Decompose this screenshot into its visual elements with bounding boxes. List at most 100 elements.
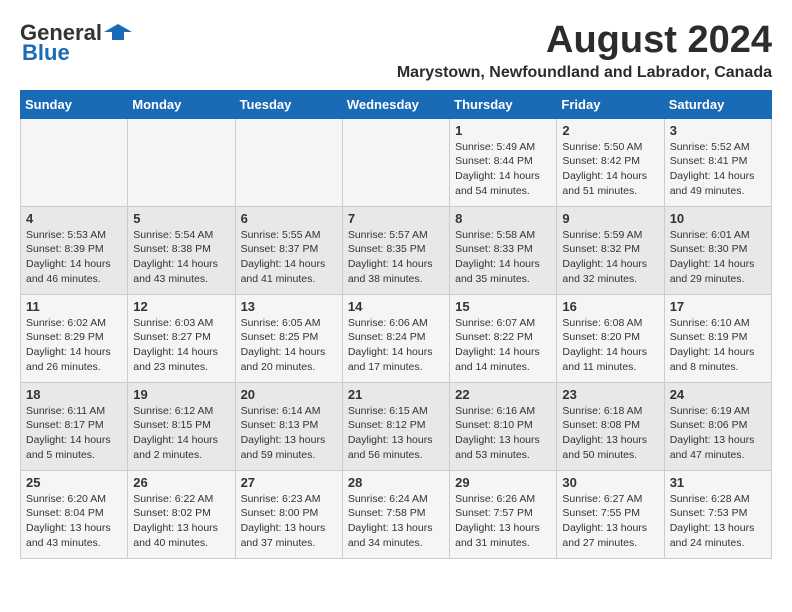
cell-info: Sunrise: 6:23 AM Sunset: 8:00 PM Dayligh… (241, 492, 337, 551)
cell-info: Sunrise: 5:54 AM Sunset: 8:38 PM Dayligh… (133, 228, 229, 287)
day-number: 24 (670, 387, 766, 402)
cell-info: Sunrise: 6:19 AM Sunset: 8:06 PM Dayligh… (670, 404, 766, 463)
day-number: 28 (348, 475, 444, 490)
weekday-header-cell: Tuesday (235, 90, 342, 118)
cell-info: Sunrise: 6:01 AM Sunset: 8:30 PM Dayligh… (670, 228, 766, 287)
weekday-header-row: SundayMondayTuesdayWednesdayThursdayFrid… (21, 90, 772, 118)
day-number: 26 (133, 475, 229, 490)
cell-info: Sunrise: 6:05 AM Sunset: 8:25 PM Dayligh… (241, 316, 337, 375)
day-number: 9 (562, 211, 658, 226)
calendar-cell: 21Sunrise: 6:15 AM Sunset: 8:12 PM Dayli… (342, 382, 449, 470)
day-number: 5 (133, 211, 229, 226)
calendar-cell (21, 118, 128, 206)
weekday-header-cell: Saturday (664, 90, 771, 118)
cell-info: Sunrise: 6:15 AM Sunset: 8:12 PM Dayligh… (348, 404, 444, 463)
day-number: 6 (241, 211, 337, 226)
cell-info: Sunrise: 6:28 AM Sunset: 7:53 PM Dayligh… (670, 492, 766, 551)
cell-info: Sunrise: 5:49 AM Sunset: 8:44 PM Dayligh… (455, 140, 551, 199)
location-subtitle: Marystown, Newfoundland and Labrador, Ca… (397, 64, 772, 82)
cell-info: Sunrise: 6:03 AM Sunset: 8:27 PM Dayligh… (133, 316, 229, 375)
cell-info: Sunrise: 6:07 AM Sunset: 8:22 PM Dayligh… (455, 316, 551, 375)
cell-info: Sunrise: 5:58 AM Sunset: 8:33 PM Dayligh… (455, 228, 551, 287)
calendar-week-row: 25Sunrise: 6:20 AM Sunset: 8:04 PM Dayli… (21, 470, 772, 558)
cell-info: Sunrise: 6:18 AM Sunset: 8:08 PM Dayligh… (562, 404, 658, 463)
cell-info: Sunrise: 6:26 AM Sunset: 7:57 PM Dayligh… (455, 492, 551, 551)
calendar-cell: 9 Sunrise: 5:59 AM Sunset: 8:32 PM Daylig… (557, 206, 664, 294)
calendar-cell: 22 Sunrise: 6:16 AM Sunset: 8:10 PM Dayli… (450, 382, 557, 470)
day-number: 8 (455, 211, 551, 226)
day-number: 19 (133, 387, 229, 402)
calendar-cell: 7Sunrise: 5:57 AM Sunset: 8:35 PM Daylig… (342, 206, 449, 294)
calendar-cell: 8 Sunrise: 5:58 AM Sunset: 8:33 PM Daylig… (450, 206, 557, 294)
calendar-cell: 18 Sunrise: 6:11 AM Sunset: 8:17 PM Dayli… (21, 382, 128, 470)
calendar-cell: 13 Sunrise: 6:05 AM Sunset: 8:25 PM Dayli… (235, 294, 342, 382)
calendar-cell: 6 Sunrise: 5:55 AM Sunset: 8:37 PM Daylig… (235, 206, 342, 294)
calendar-cell: 30 Sunrise: 6:27 AM Sunset: 7:55 PM Dayli… (557, 470, 664, 558)
day-number: 18 (26, 387, 122, 402)
weekday-header-cell: Friday (557, 90, 664, 118)
calendar-cell: 28 Sunrise: 6:24 AM Sunset: 7:58 PM Dayli… (342, 470, 449, 558)
logo-blue-text: Blue (22, 40, 70, 66)
day-number: 30 (562, 475, 658, 490)
calendar-cell: 16 Sunrise: 6:08 AM Sunset: 8:20 PM Dayli… (557, 294, 664, 382)
day-number: 14 (348, 299, 444, 314)
day-number: 11 (26, 299, 122, 314)
day-number: 3 (670, 123, 766, 138)
calendar-cell: 5 Sunrise: 5:54 AM Sunset: 8:38 PM Daylig… (128, 206, 235, 294)
calendar-cell: 23Sunrise: 6:18 AM Sunset: 8:08 PM Dayli… (557, 382, 664, 470)
cell-info: Sunrise: 5:50 AM Sunset: 8:42 PM Dayligh… (562, 140, 658, 199)
calendar-cell: 24 Sunrise: 6:19 AM Sunset: 8:06 PM Dayli… (664, 382, 771, 470)
calendar-cell: 4 Sunrise: 5:53 AM Sunset: 8:39 PM Daylig… (21, 206, 128, 294)
day-number: 12 (133, 299, 229, 314)
calendar-week-row: 1 Sunrise: 5:49 AM Sunset: 8:44 PM Daylig… (21, 118, 772, 206)
calendar-cell: 19 Sunrise: 6:12 AM Sunset: 8:15 PM Dayli… (128, 382, 235, 470)
cell-info: Sunrise: 5:55 AM Sunset: 8:37 PM Dayligh… (241, 228, 337, 287)
day-number: 31 (670, 475, 766, 490)
calendar-cell: 1 Sunrise: 5:49 AM Sunset: 8:44 PM Daylig… (450, 118, 557, 206)
cell-info: Sunrise: 6:08 AM Sunset: 8:20 PM Dayligh… (562, 316, 658, 375)
cell-info: Sunrise: 5:59 AM Sunset: 8:32 PM Dayligh… (562, 228, 658, 287)
calendar-cell: 20Sunrise: 6:14 AM Sunset: 8:13 PM Dayli… (235, 382, 342, 470)
day-number: 16 (562, 299, 658, 314)
day-number: 17 (670, 299, 766, 314)
cell-info: Sunrise: 6:20 AM Sunset: 8:04 PM Dayligh… (26, 492, 122, 551)
calendar-cell: 31 Sunrise: 6:28 AM Sunset: 7:53 PM Dayli… (664, 470, 771, 558)
calendar-week-row: 4 Sunrise: 5:53 AM Sunset: 8:39 PM Daylig… (21, 206, 772, 294)
cell-info: Sunrise: 6:11 AM Sunset: 8:17 PM Dayligh… (26, 404, 122, 463)
cell-info: Sunrise: 6:10 AM Sunset: 8:19 PM Dayligh… (670, 316, 766, 375)
weekday-header-cell: Monday (128, 90, 235, 118)
calendar-cell: 12 Sunrise: 6:03 AM Sunset: 8:27 PM Dayli… (128, 294, 235, 382)
cell-info: Sunrise: 6:06 AM Sunset: 8:24 PM Dayligh… (348, 316, 444, 375)
day-number: 7 (348, 211, 444, 226)
cell-info: Sunrise: 6:22 AM Sunset: 8:02 PM Dayligh… (133, 492, 229, 551)
day-number: 22 (455, 387, 551, 402)
calendar-cell: 11 Sunrise: 6:02 AM Sunset: 8:29 PM Dayli… (21, 294, 128, 382)
cell-info: Sunrise: 6:24 AM Sunset: 7:58 PM Dayligh… (348, 492, 444, 551)
calendar-cell: 2Sunrise: 5:50 AM Sunset: 8:42 PM Daylig… (557, 118, 664, 206)
calendar-body: 1 Sunrise: 5:49 AM Sunset: 8:44 PM Daylig… (21, 118, 772, 558)
cell-info: Sunrise: 6:02 AM Sunset: 8:29 PM Dayligh… (26, 316, 122, 375)
calendar-cell: 10Sunrise: 6:01 AM Sunset: 8:30 PM Dayli… (664, 206, 771, 294)
day-number: 1 (455, 123, 551, 138)
calendar-cell: 25Sunrise: 6:20 AM Sunset: 8:04 PM Dayli… (21, 470, 128, 558)
day-number: 4 (26, 211, 122, 226)
calendar-table: SundayMondayTuesdayWednesdayThursdayFrid… (20, 90, 772, 559)
cell-info: Sunrise: 5:53 AM Sunset: 8:39 PM Dayligh… (26, 228, 122, 287)
cell-info: Sunrise: 5:52 AM Sunset: 8:41 PM Dayligh… (670, 140, 766, 199)
day-number: 29 (455, 475, 551, 490)
calendar-cell: 29 Sunrise: 6:26 AM Sunset: 7:57 PM Dayli… (450, 470, 557, 558)
cell-info: Sunrise: 6:14 AM Sunset: 8:13 PM Dayligh… (241, 404, 337, 463)
day-number: 13 (241, 299, 337, 314)
calendar-cell: 17 Sunrise: 6:10 AM Sunset: 8:19 PM Dayli… (664, 294, 771, 382)
title-block: August 2024 Marystown, Newfoundland and … (397, 20, 772, 82)
calendar-cell: 3 Sunrise: 5:52 AM Sunset: 8:41 PM Daylig… (664, 118, 771, 206)
cell-info: Sunrise: 6:12 AM Sunset: 8:15 PM Dayligh… (133, 404, 229, 463)
weekday-header-cell: Wednesday (342, 90, 449, 118)
calendar-week-row: 11 Sunrise: 6:02 AM Sunset: 8:29 PM Dayli… (21, 294, 772, 382)
cell-info: Sunrise: 6:27 AM Sunset: 7:55 PM Dayligh… (562, 492, 658, 551)
cell-info: Sunrise: 6:16 AM Sunset: 8:10 PM Dayligh… (455, 404, 551, 463)
calendar-cell (235, 118, 342, 206)
calendar-cell (128, 118, 235, 206)
calendar-cell (342, 118, 449, 206)
logo-bird-icon (104, 22, 132, 44)
